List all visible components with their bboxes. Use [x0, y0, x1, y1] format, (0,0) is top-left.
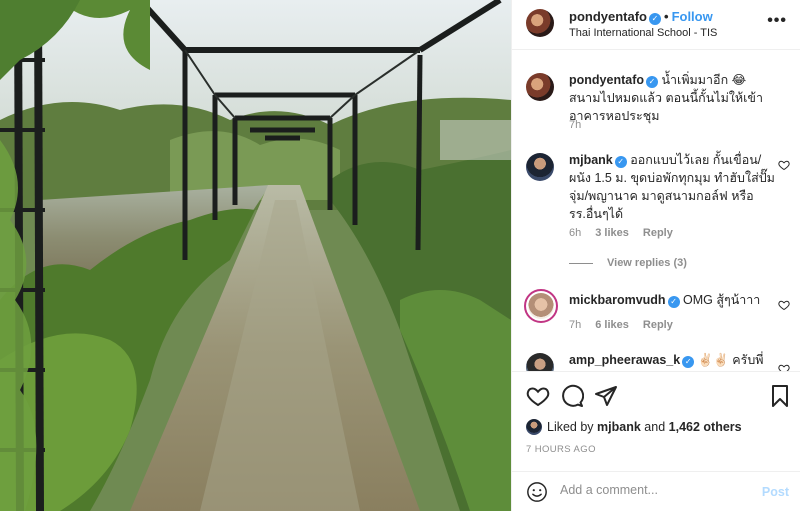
post-header: pondyentafo ✓ • Follow Thai International S…: [512, 0, 800, 50]
author-avatar[interactable]: [526, 9, 554, 37]
comment-likes[interactable]: 3 likes: [595, 227, 629, 239]
comment-username[interactable]: mjbank: [569, 153, 613, 167]
follow-button[interactable]: Follow: [672, 9, 713, 24]
share-paper-plane-icon[interactable]: [594, 384, 618, 408]
like-comment-heart-icon[interactable]: [778, 363, 790, 371]
comment-body: ✌🏻✌🏻 ครับพี่: [697, 353, 764, 367]
caption-text: pondyentafo ✓ น้ำเพิ่มมาอีก 😂 สนามไปหมดแล…: [569, 71, 779, 125]
caption-meta: 7h: [569, 119, 595, 131]
comment-meta: 7h 6 likes Reply: [569, 319, 687, 331]
comment-bubble-icon[interactable]: [560, 384, 584, 408]
post-location[interactable]: Thai International School - TIS: [569, 27, 717, 39]
bookmark-save-icon[interactable]: [768, 384, 792, 408]
caption-time[interactable]: 7h: [569, 119, 581, 131]
replies-line: [569, 262, 593, 264]
author-username[interactable]: pondyentafo: [569, 9, 647, 24]
caption-avatar[interactable]: [526, 73, 554, 101]
emoji-smile-icon[interactable]: [526, 481, 548, 503]
likes-others-count[interactable]: 1,462 others: [669, 420, 742, 434]
comment-username[interactable]: mickbaromvudh: [569, 293, 666, 307]
comment-text: mjbank ✓ ออกแบบไว้เลย กั้นเขื่อน/ผนัง 1.5…: [569, 151, 779, 223]
liked-by-prefix: Liked by: [547, 420, 594, 434]
comment-text: mickbaromvudh ✓ OMG สู้ๆน้าาา: [569, 291, 779, 309]
view-replies-button[interactable]: View replies (3): [569, 257, 687, 269]
comment-avatar[interactable]: [526, 153, 554, 181]
caption-username[interactable]: pondyentafo: [569, 73, 644, 87]
flooded-walkway-image: [0, 0, 511, 511]
post-photo[interactable]: [0, 0, 511, 511]
like-comment-heart-icon[interactable]: [778, 299, 790, 311]
add-comment-bar: Post: [512, 471, 800, 511]
author-line: pondyentafo ✓ • Follow: [569, 9, 713, 25]
liker-avatar[interactable]: [526, 419, 542, 435]
post-comment-button[interactable]: Post: [762, 485, 789, 499]
verified-icon: ✓: [649, 13, 661, 25]
reply-button[interactable]: Reply: [643, 227, 673, 239]
comment-meta: 6h 3 likes Reply: [569, 227, 687, 239]
comment-username[interactable]: amp_pheerawas_k: [569, 353, 680, 367]
verified-icon: ✓: [646, 76, 658, 88]
comment-avatar[interactable]: [526, 353, 554, 371]
add-comment-input[interactable]: [560, 483, 740, 497]
more-options-icon[interactable]: •••: [767, 12, 787, 30]
verified-icon: ✓: [667, 296, 680, 308]
post-timestamp[interactable]: 7 HOURS AGO: [526, 444, 596, 455]
comment-time[interactable]: 6h: [569, 227, 581, 239]
comment-avatar[interactable]: [524, 289, 558, 323]
post-side-panel: pondyentafo ✓ • Follow Thai International S…: [511, 0, 800, 511]
reply-button[interactable]: Reply: [643, 319, 673, 331]
like-heart-icon[interactable]: [526, 384, 550, 408]
comment-time[interactable]: 7h: [569, 319, 581, 331]
verified-icon: ✓: [682, 356, 695, 368]
liked-by-joiner: and: [644, 420, 666, 434]
likes-summary: Liked by mjbank and 1,462 others: [526, 419, 742, 435]
post-actions: Liked by mjbank and 1,462 others 7 HOURS…: [512, 371, 800, 471]
liker-username[interactable]: mjbank: [597, 420, 641, 434]
comment-likes[interactable]: 6 likes: [595, 319, 629, 331]
comments-list[interactable]: pondyentafo ✓ น้ำเพิ่มมาอีก 😂 สนามไปหมดแล…: [512, 51, 800, 371]
comment-text: amp_pheerawas_k ✓ ✌🏻✌🏻 ครับพี่: [569, 351, 779, 369]
view-replies-label: View replies (3): [607, 257, 687, 269]
comment-body: OMG สู้ๆน้าาา: [683, 293, 761, 307]
verified-icon: ✓: [614, 156, 627, 168]
separator-dot: •: [664, 9, 669, 24]
like-comment-heart-icon[interactable]: [778, 159, 790, 171]
